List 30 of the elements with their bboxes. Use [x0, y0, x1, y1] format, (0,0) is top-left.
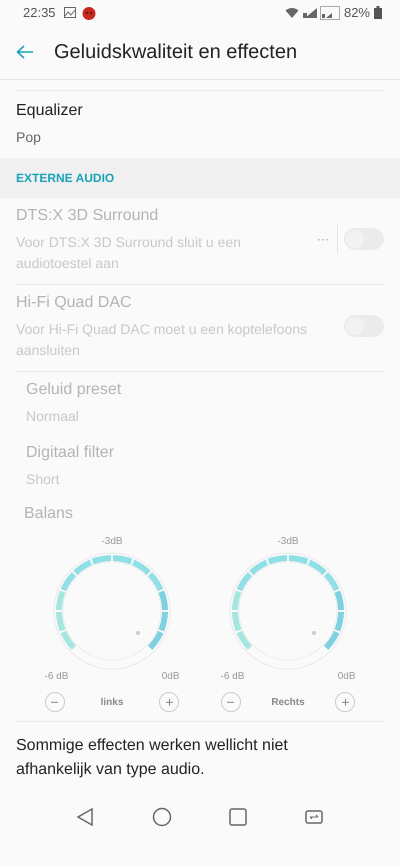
- dial-label: 0dB: [162, 670, 180, 684]
- signal-icon: [302, 6, 318, 18]
- dial-label: -3dB: [101, 535, 123, 549]
- setting-title: DTS:X 3D Surround: [16, 206, 160, 226]
- page-title: Geluidskwaliteit en effecten: [54, 40, 298, 64]
- wifi-icon: [284, 6, 299, 18]
- setting-title: Equalizer: [16, 101, 84, 121]
- balance-title: Balans: [24, 504, 74, 524]
- back-icon: [76, 806, 96, 827]
- dial-label: -3dB: [277, 535, 299, 549]
- channel-label: Rechts: [271, 696, 305, 710]
- setting-title: Geluid preset: [26, 380, 122, 400]
- dial-label: -6 dB: [220, 670, 244, 684]
- battery-level: 82%: [344, 4, 370, 22]
- app-icon: [82, 6, 96, 20]
- home-icon: [152, 806, 172, 827]
- channel-label: links: [100, 696, 124, 710]
- setting-title: Hi-Fi Quad DAC: [16, 293, 133, 313]
- setting-value: Pop: [16, 128, 42, 147]
- setting-title: Digitaal filter: [26, 443, 116, 463]
- status-time: 22:35: [23, 4, 56, 22]
- battery-icon: [374, 6, 382, 19]
- signal-icon: [320, 6, 340, 20]
- footer-note: Sommige effecten werken wellicht niet afhankelijk van type audio.: [16, 736, 289, 780]
- image-icon: [64, 7, 76, 18]
- section-header: EXTERNE AUDIO: [16, 170, 114, 187]
- dial-label: 0dB: [338, 670, 356, 684]
- dial-label: -6 dB: [44, 670, 68, 684]
- back-arrow-icon: [16, 44, 34, 59]
- recents-icon: [228, 806, 248, 827]
